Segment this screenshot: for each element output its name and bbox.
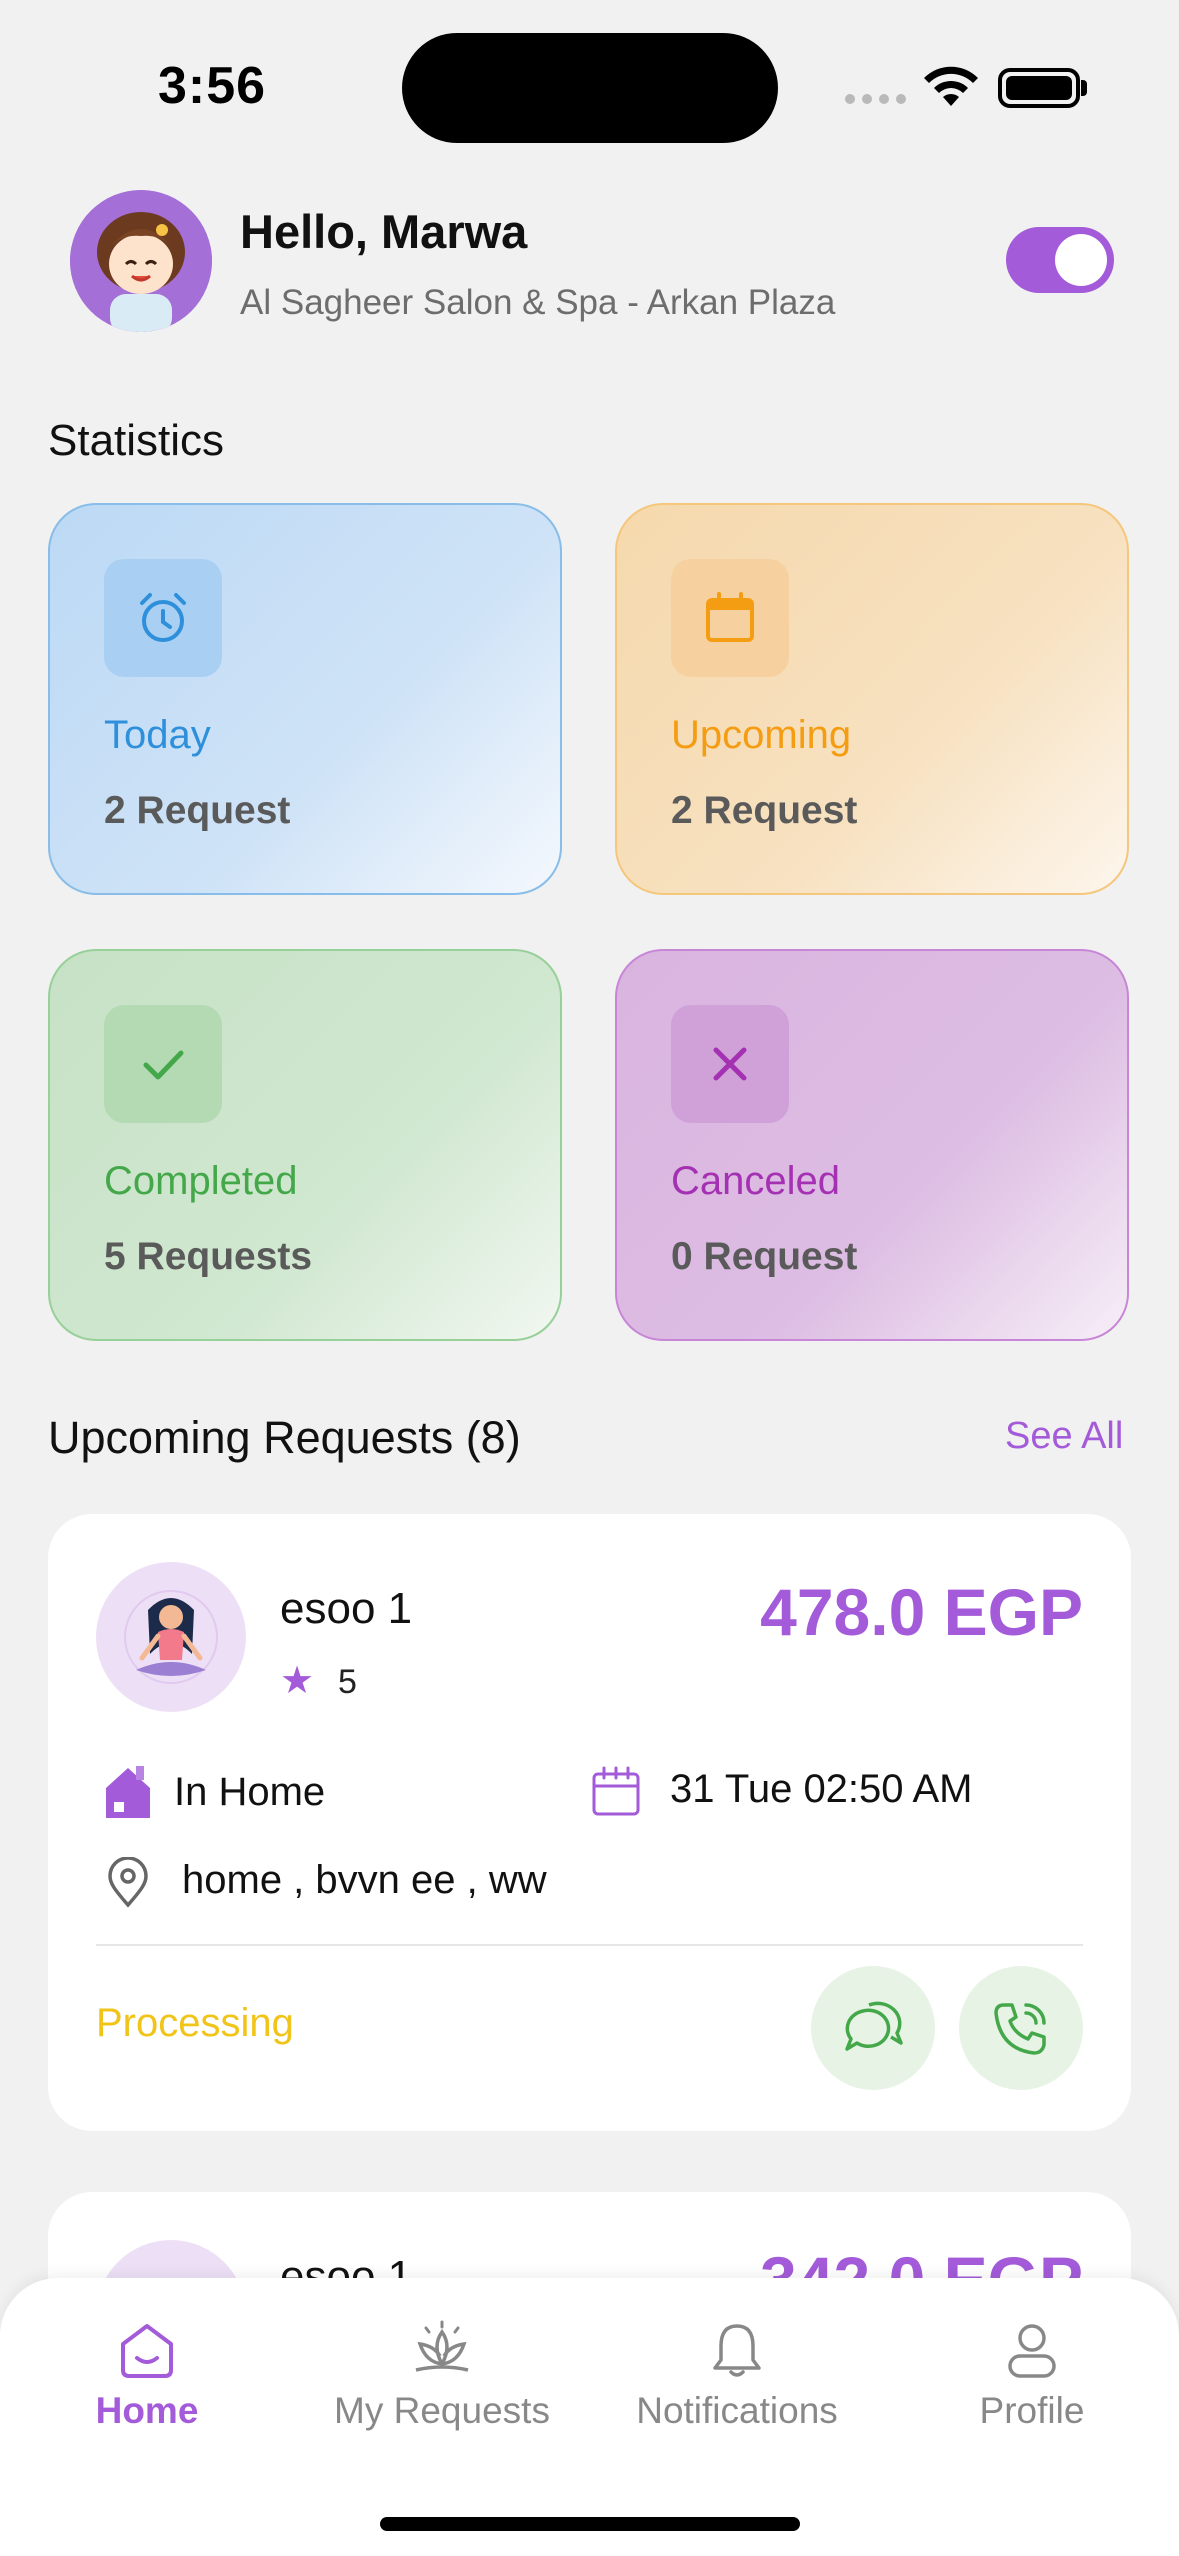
stat-value: 2 Request: [671, 789, 858, 832]
stat-label: Canceled: [671, 1159, 841, 1203]
client-name: esoo 1: [280, 1584, 413, 1633]
location-type: In Home: [174, 1770, 326, 1814]
upcoming-requests-title: Upcoming Requests (8): [48, 1412, 521, 1463]
home-location-icon: [106, 1766, 150, 1818]
request-status: Processing: [96, 2001, 294, 2045]
signal-icon: [845, 94, 906, 104]
phone-icon: [994, 2003, 1046, 2055]
call-button[interactable]: [959, 1966, 1083, 2090]
request-address: home , bvvn ee , ww: [182, 1858, 547, 1902]
stat-label: Today: [104, 713, 211, 757]
status-time: 3:56: [158, 57, 267, 115]
nav-label: Home: [95, 2390, 199, 2431]
stat-label: Completed: [104, 1159, 298, 1203]
stat-value: 2 Request: [104, 789, 291, 832]
nav-profile[interactable]: Profile: [912, 2318, 1152, 2432]
user-icon: [1008, 2324, 1056, 2378]
alarm-clock-icon: [104, 559, 222, 677]
lotus-icon: [415, 2320, 469, 2372]
stat-card-canceled[interactable]: Canceled 0 Request: [615, 949, 1129, 1341]
nav-home[interactable]: Home: [27, 2318, 267, 2432]
stat-card-completed[interactable]: Completed 5 Requests: [48, 949, 562, 1341]
see-all-link[interactable]: See All: [1005, 1415, 1123, 1458]
salon-name: Al Sagheer Salon & Spa - Arkan Plaza: [240, 283, 836, 322]
yoga-illustration: [124, 1590, 218, 1684]
client-rating: 5: [338, 1663, 357, 1701]
request-card[interactable]: esoo 1 ★ 5 478.0 EGP In Home 31 Tue 02:5…: [48, 1514, 1131, 2131]
chat-icon: [845, 2001, 903, 2051]
divider: [96, 1944, 1083, 1946]
map-pin-icon: [108, 1857, 148, 1908]
statistics-title: Statistics: [48, 416, 225, 465]
avatar-illustration: [70, 190, 212, 332]
nav-label: My Requests: [334, 2390, 550, 2431]
toggle-knob: [1055, 234, 1107, 286]
stat-card-today[interactable]: Today 2 Request: [48, 503, 562, 895]
nav-my-requests[interactable]: My Requests: [322, 2318, 562, 2432]
bell-icon: [713, 2324, 761, 2377]
star-icon: ★: [280, 1660, 315, 1702]
home-icon: [121, 2324, 173, 2378]
check-icon: [104, 1005, 222, 1123]
stat-value: 5 Requests: [104, 1235, 313, 1278]
stat-card-upcoming[interactable]: Upcoming 2 Request: [615, 503, 1129, 895]
nav-label: Profile: [979, 2390, 1085, 2431]
client-avatar: [96, 1562, 246, 1712]
calendar-icon: [671, 559, 789, 677]
nav-label: Notifications: [636, 2390, 838, 2431]
greeting: Hello, Marwa: [240, 205, 528, 258]
home-indicator: [380, 2517, 800, 2531]
availability-toggle[interactable]: [1006, 227, 1114, 293]
request-datetime: 31 Tue 02:50 AM: [670, 1767, 973, 1811]
bottom-nav: Home My Requests Notifications Profile: [0, 2278, 1179, 2556]
calendar-date-icon: [592, 1766, 640, 1816]
close-icon: [671, 1005, 789, 1123]
wifi-icon: [924, 66, 978, 106]
avatar[interactable]: [70, 190, 212, 332]
battery-icon: [998, 68, 1080, 108]
dynamic-island: [402, 33, 778, 143]
request-price: 478.0 EGP: [760, 1575, 1083, 1649]
stat-value: 0 Request: [671, 1235, 858, 1278]
chat-button[interactable]: [811, 1966, 935, 2090]
stat-label: Upcoming: [671, 713, 852, 757]
nav-notifications[interactable]: Notifications: [617, 2318, 857, 2432]
battery-tip: [1081, 80, 1087, 96]
